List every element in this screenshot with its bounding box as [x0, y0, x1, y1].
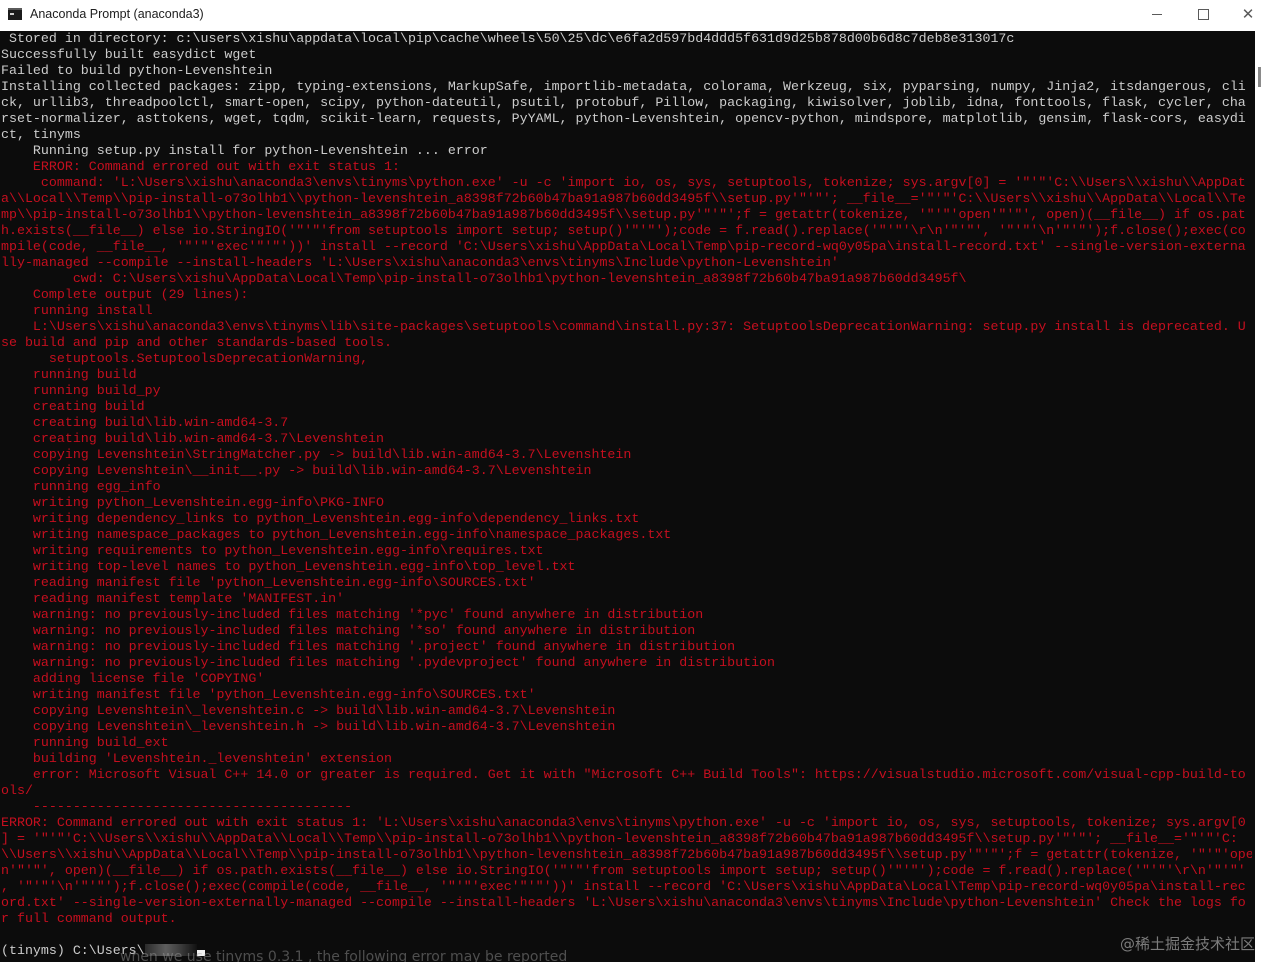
console-line: running egg_info: [1, 479, 161, 494]
console-output[interactable]: Stored in directory: c:\users\xishu\appd…: [0, 31, 1252, 962]
console-line: building 'Levenshtein._levenshtein' exte…: [1, 751, 392, 766]
console-line: h.exists(__file__) else io.StringIO('"'"…: [1, 223, 1246, 238]
console-line: writing dependency_links to python_Leven…: [1, 511, 640, 526]
console-line: Stored in directory: c:\users\xishu\appd…: [1, 31, 1015, 46]
console-line: a\\Local\\Temp\\pip-install-o73olhb1\\py…: [1, 191, 1246, 206]
console-line: running install: [1, 303, 153, 318]
console-line: lly-managed --compile --install-headers …: [1, 255, 839, 270]
console-line: warning: no previously-included files ma…: [1, 639, 736, 654]
console-line: creating build\lib.win-amd64-3.7: [1, 415, 289, 430]
watermark: @稀土掘金技术社区: [1119, 935, 1255, 953]
console-line: running build_ext: [1, 735, 169, 750]
console-line: ord.txt' --single-version-externally-man…: [1, 895, 1246, 910]
console-line: ct, tinyms: [1, 127, 81, 142]
console-line: copying Levenshtein\_levenshtein.c -> bu…: [1, 703, 616, 718]
console-line: warning: no previously-included files ma…: [1, 655, 776, 670]
console-line: copying Levenshtein\_levenshtein.h -> bu…: [1, 719, 616, 734]
console-line: mp\\pip-install-o73olhb1\\python-levensh…: [1, 207, 1246, 222]
background-caption-text: when we use tinyms 0.3.1 , the following…: [120, 949, 568, 962]
console-line: writing requirements to python_Levenshte…: [1, 543, 544, 558]
console-line: creating build\lib.win-amd64-3.7\Levensh…: [1, 431, 385, 446]
console-line: ERROR: Command errored out with exit sta…: [1, 815, 1246, 830]
console-line: Complete output (29 lines):: [1, 287, 249, 302]
console-line: ERROR: Command errored out with exit sta…: [1, 159, 400, 174]
console-line: copying Levenshtein\__init__.py -> build…: [1, 463, 592, 478]
minimize-button[interactable]: [1134, 0, 1180, 28]
console-line: se build and pip and other standards-bas…: [1, 335, 392, 350]
console-line: Installing collected packages: zipp, typ…: [1, 79, 1246, 94]
close-button[interactable]: ✕: [1225, 0, 1265, 28]
console-line: setuptools.SetuptoolsDeprecationWarning,: [1, 351, 369, 366]
console-line: n'"'"', open)(__file__) if os.path.exist…: [1, 863, 1246, 878]
maximize-button[interactable]: [1180, 0, 1226, 28]
console-line: ----------------------------------------: [1, 799, 353, 814]
console-line: running build_py: [1, 383, 161, 398]
console-line: ck, urllib3, threadpoolctl, smart-open, …: [1, 95, 1246, 110]
console-line: , '"'"'\n'"'"');f.close();exec(compile(c…: [1, 879, 1246, 894]
console-line: warning: no previously-included files ma…: [1, 607, 704, 622]
console-line: \\Users\\xishu\\AppData\\Local\\Temp\\pi…: [1, 847, 1252, 862]
console-line: rset-normalizer, asttokens, wget, tqdm, …: [1, 111, 1246, 126]
console-line: creating build: [1, 399, 145, 414]
minimize-icon: [1152, 13, 1162, 15]
terminal-icon: [8, 8, 22, 20]
console-line: cwd: C:\Users\xishu\AppData\Local\Temp\p…: [1, 271, 967, 286]
console-line: reading manifest template 'MANIFEST.in': [1, 591, 345, 606]
console-line: writing python_Levenshtein.egg-info\PKG-…: [1, 495, 385, 510]
maximize-icon: [1197, 8, 1209, 20]
console-line: copying Levenshtein\StringMatcher.py -> …: [1, 447, 632, 462]
scrollbar-thumb[interactable]: [1258, 67, 1261, 87]
console-line: ] = '"'"'C:\\Users\\xishu\\AppData\\Loca…: [1, 831, 1238, 846]
console-line: writing top-level names to python_Levens…: [1, 559, 576, 574]
console-line: writing manifest file 'python_Levenshtei…: [1, 687, 536, 702]
console-line: error: Microsoft Visual C++ 14.0 or grea…: [1, 767, 1246, 782]
console-line: r full command output.: [1, 911, 177, 926]
close-icon: ✕: [1241, 4, 1255, 23]
console-line: Failed to build python-Levenshtein: [1, 63, 273, 78]
console-line: mpile(code, __file__, '"'"'exec'"'"'))' …: [1, 239, 1246, 254]
console-line: ols/: [1, 783, 33, 798]
console-line: command: 'L:\Users\xishu\anaconda3\envs\…: [1, 175, 1246, 190]
console-line: running build: [1, 367, 137, 382]
console-line: writing namespace_packages to python_Lev…: [1, 527, 672, 542]
title-bar[interactable]: Anaconda Prompt (anaconda3) ✕: [0, 0, 1265, 31]
console-line: warning: no previously-included files ma…: [1, 623, 696, 638]
vertical-scrollbar[interactable]: [1255, 31, 1265, 962]
console-line: Running setup.py install for python-Leve…: [1, 143, 488, 158]
console-line: reading manifest file 'python_Levenshtei…: [1, 575, 536, 590]
console-line: Successfully built easydict wget: [1, 47, 257, 62]
terminal-window: Anaconda Prompt (anaconda3) ✕ Stored in …: [0, 0, 1265, 962]
console-line: L:\Users\xishu\anaconda3\envs\tinyms\lib…: [1, 319, 1246, 334]
window-title: Anaconda Prompt (anaconda3): [30, 7, 204, 21]
console-line: adding license file 'COPYING': [1, 671, 265, 686]
